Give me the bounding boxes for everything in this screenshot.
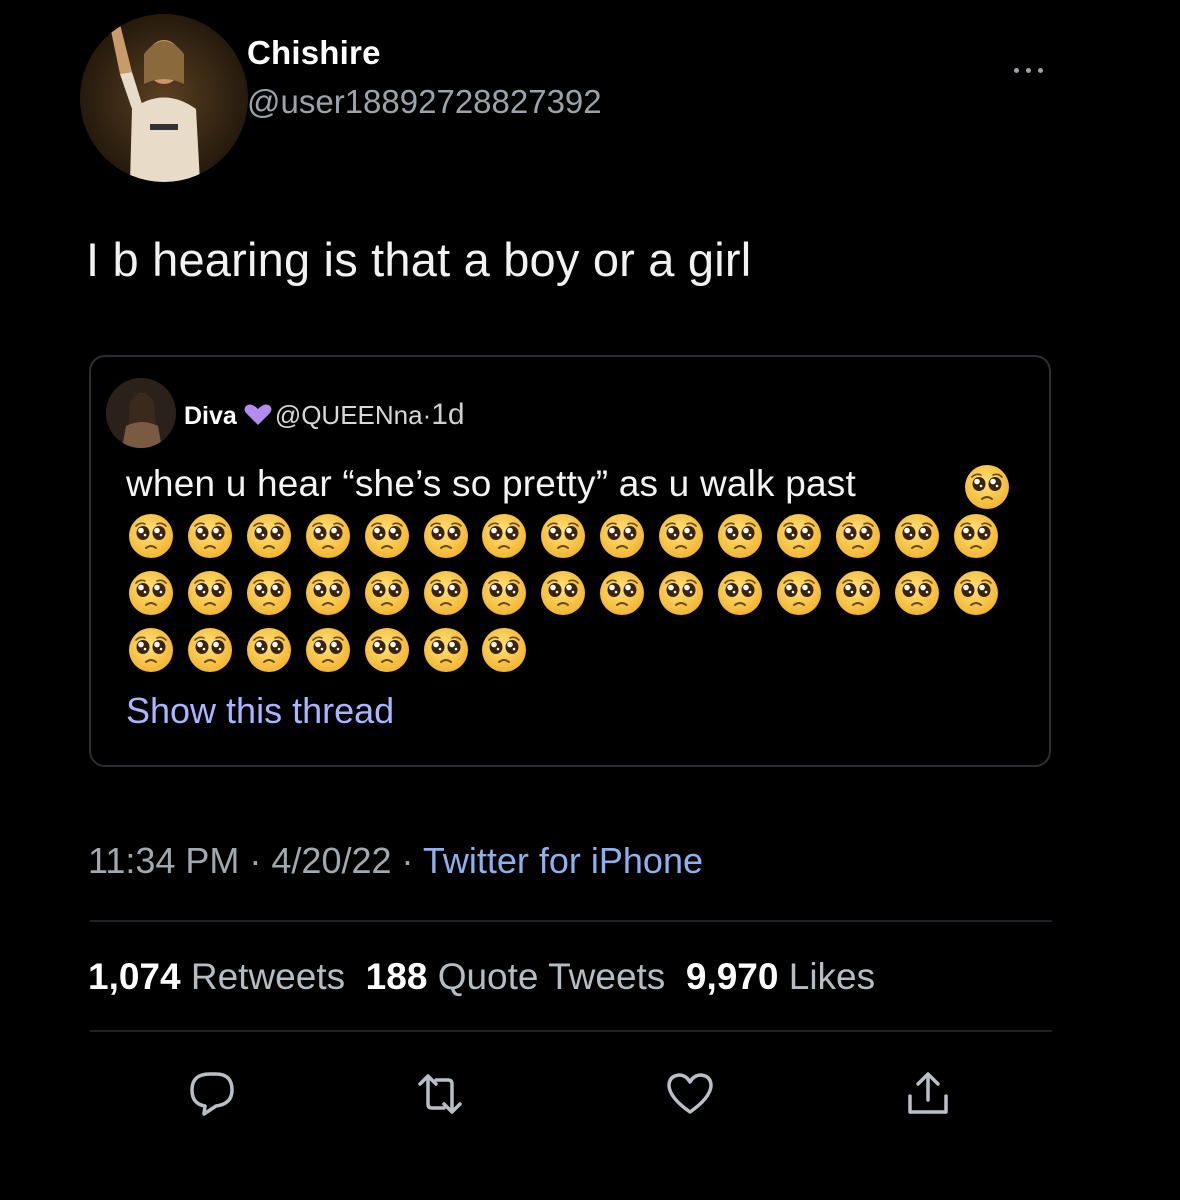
author-handle[interactable]: @user188927288273​92 [247,83,602,121]
retweets-label[interactable]: Retweets [191,956,345,997]
pleading-face-emoji [835,570,881,616]
retweet-icon [418,1074,462,1114]
pleading-face-emoji [717,570,763,616]
more-dot-icon [1025,67,1031,73]
pleading-face-emoji [481,513,527,559]
pleading-face-emoji [128,627,174,673]
pleading-face-emoji [305,513,351,559]
pleading-face-emoji [364,627,410,673]
pleading-face-emoji [364,570,410,616]
pleading-face-emoji [305,627,351,673]
divider [90,920,1052,922]
retweets-count[interactable]: 1,074 [88,956,181,997]
pleading-face-emoji [128,570,174,616]
pleading-face-emoji [835,513,881,559]
share-icon [908,1072,948,1114]
quote-tweets-label[interactable]: Quote Tweets [438,956,666,997]
pleading-face-emoji [128,513,174,559]
author-avatar[interactable] [80,14,248,182]
pleading-face-emoji [423,627,469,673]
likes-count[interactable]: 9,970 [686,956,779,997]
show-thread-link[interactable]: Show this thread [126,690,394,732]
quote-header: Diva @QUEENna· 1d [184,398,465,432]
retweet-button[interactable] [412,1066,468,1122]
quote-text: when u hear “she’s so pretty” as u walk … [126,463,856,504]
pleading-face-emoji [481,627,527,673]
tweet-metadata: 11:34 PM · 4/20/22 · Twitter for iPhone [88,840,703,882]
pleading-face-emoji [894,570,940,616]
pleading-face-emoji [776,513,822,559]
author-display-name[interactable]: Chishire [247,34,381,72]
likes-label[interactable]: Likes [789,956,875,997]
pleading-face-emoji [246,627,292,673]
purple-heart-icon [243,403,273,427]
pleading-face-emoji [894,513,940,559]
pleading-face-emoji [540,513,586,559]
tweet-stats: 1,074 Retweets 188 Quote Tweets 9,970 Li… [88,956,875,998]
pleading-face-emoji [658,513,704,559]
pleading-face-emoji [246,513,292,559]
more-options-button[interactable] [1004,60,1052,80]
pleading-face-emoji [481,570,527,616]
pleading-face-emoji [717,513,763,559]
pleading-face-emoji [953,513,999,559]
pleading-face-emoji [305,570,351,616]
tweet-source-link[interactable]: Twitter for iPhone [423,840,703,881]
share-button[interactable] [900,1066,956,1122]
more-dot-icon [1037,67,1043,73]
tweet-text: I b hearing is that a boy or a girl [86,233,752,286]
pleading-face-emoji [599,570,645,616]
pleading-face-emoji [599,513,645,559]
like-button[interactable] [662,1066,718,1122]
pleading-face-emoji [776,570,822,616]
pleading-face-emoji [658,570,704,616]
pleading-face-emoji [953,570,999,616]
reply-icon [190,1072,234,1116]
pleading-face-emoji [423,570,469,616]
pleading-face-emoji [540,570,586,616]
pleading-face-emoji [187,627,233,673]
like-icon [667,1073,713,1114]
pleading-face-emoji [423,513,469,559]
pleading-face-emoji [964,464,1010,510]
pleading-face-emoji [187,513,233,559]
quote-author-handle[interactable]: @QUEENna· [275,400,431,431]
quote-tweets-count[interactable]: 188 [366,956,428,997]
quote-author-name[interactable]: Diva [184,402,237,431]
quote-author-avatar [106,378,176,448]
pleading-face-emoji [364,513,410,559]
pleading-face-emoji [187,570,233,616]
quote-timestamp: 1d [431,398,465,431]
divider [90,1030,1052,1032]
reply-button[interactable] [184,1066,240,1122]
pleading-face-emoji [246,570,292,616]
tweet-timestamp: 11:34 PM · 4/20/22 · [88,840,423,881]
more-dot-icon [1013,67,1019,73]
